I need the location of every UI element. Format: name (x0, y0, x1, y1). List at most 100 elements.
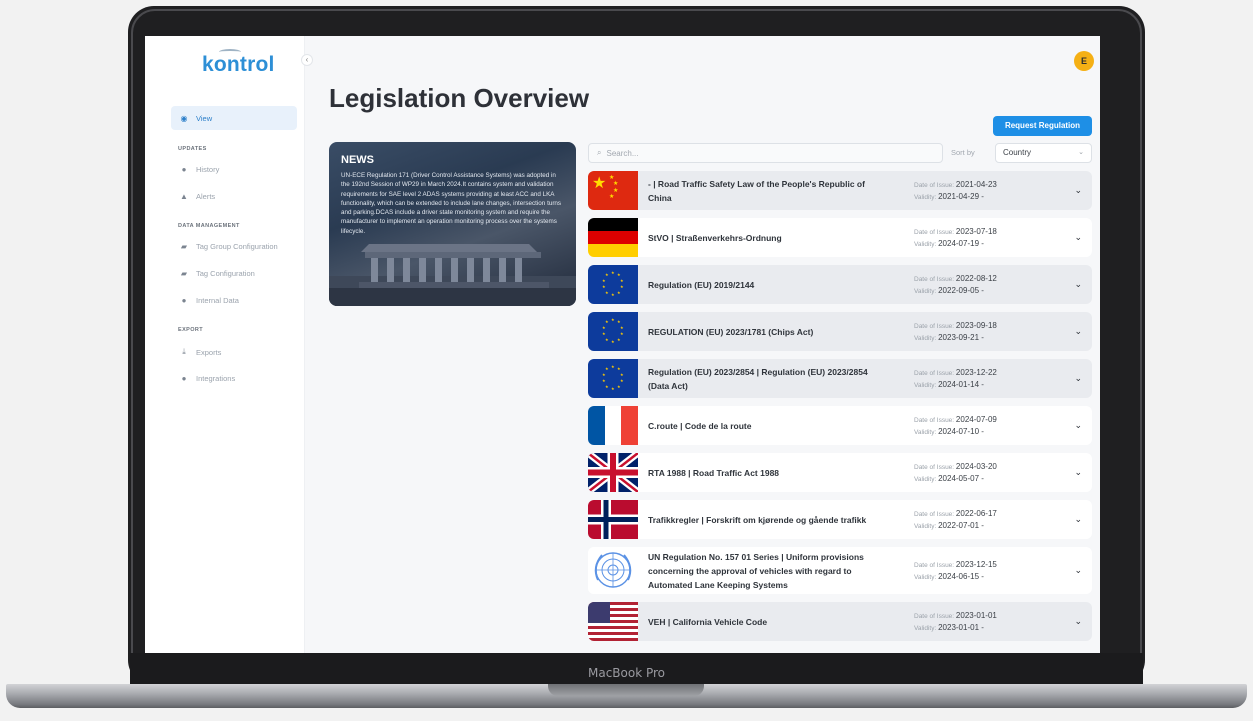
date-issue-value: 2023-12-15 (955, 560, 997, 569)
sort-select[interactable]: Country ⌄ (995, 143, 1092, 163)
svg-text:★: ★ (605, 272, 609, 277)
flag-uk-icon (588, 453, 638, 492)
page-title: Legislation Overview (329, 83, 590, 113)
chevron-down-icon[interactable]: ⌄ (1074, 616, 1082, 627)
regulation-title: - | Road Traffic Safety Law of the Peopl… (648, 179, 865, 203)
regulation-row[interactable]: ★ ★ ★ ★ ★ ★ ★ ★ ★ ★ Regulation (EU) 2019/2144 D… (588, 265, 1092, 304)
sidebar-item-history[interactable]: ● History (171, 157, 297, 181)
chevron-down-icon[interactable]: ⌄ (1074, 326, 1082, 337)
regulation-row[interactable]: Trafikkregler | Forskrift om kjørende og… (588, 500, 1092, 539)
regulation-row[interactable]: C.route | Code de la route Date of Issue… (588, 406, 1092, 445)
regulation-row[interactable]: ★ ★ ★ ★ ★ ★ ★ ★ ★ ★ REGULATION (EU) 2023/1781 (… (588, 312, 1092, 351)
regulation-title: Regulation (EU) 2019/2144 (648, 280, 755, 290)
chevron-down-icon[interactable]: ⌄ (1074, 185, 1082, 196)
chevron-down-icon[interactable]: ⌄ (1074, 232, 1082, 243)
sidebar-item-tag-group-configuration[interactable]: ▰ Tag Group Configuration (171, 234, 297, 258)
collapse-sidebar-button[interactable]: ‹ (301, 54, 313, 66)
section-updates: UPDATES (178, 146, 207, 152)
date-issue-label: Date of Issue: (914, 464, 955, 471)
svg-text:★: ★ (605, 366, 609, 371)
svg-text:★: ★ (602, 378, 606, 383)
regulation-dates: Date of Issue: 2024-03-20 Validity: 2024… (914, 461, 997, 485)
regulation-dates: Date of Issue: 2024-07-09 Validity: 2024… (914, 414, 997, 438)
svg-text:★: ★ (620, 378, 624, 383)
chevron-down-icon[interactable]: ⌄ (1074, 467, 1082, 478)
regulation-dates: Date of Issue: 2021-04-23 Validity: 2021… (914, 179, 997, 203)
chevron-down-icon[interactable]: ⌄ (1074, 514, 1082, 525)
search-input[interactable]: ⌕ Search... (588, 143, 943, 163)
date-issue-value: 2023-07-18 (955, 227, 997, 236)
chevron-down-icon: ⌄ (1078, 149, 1084, 156)
chevron-down-icon[interactable]: ⌄ (1074, 420, 1082, 431)
validity-value: 2023-01-01 - (938, 623, 984, 632)
regulation-dates: Date of Issue: 2023-09-18 Validity: 2023… (914, 320, 997, 344)
date-issue-label: Date of Issue: (914, 613, 955, 620)
sidebar-item-integrations[interactable]: ● Integrations (171, 366, 297, 390)
validity-value: 2022-07-01 - (938, 521, 984, 530)
regulation-row[interactable]: ★ ★ ★ ★ ★ - | Road Traffic Safety Law of… (588, 171, 1092, 210)
section-export: EXPORT (178, 327, 204, 333)
sidebar-item-internal-data[interactable]: ● Internal Data (171, 288, 297, 312)
sidebar-item-label: Alerts (196, 191, 216, 201)
regulation-row[interactable]: UN Regulation No. 157 01 Series | Unifor… (588, 547, 1092, 594)
regulation-title: RTA 1988 | Road Traffic Act 1988 (648, 468, 780, 478)
validity-label: Validity: (914, 574, 937, 581)
section-data-management: DATA MANAGEMENT (178, 223, 240, 229)
bell-icon: ▲ (180, 191, 188, 201)
flag-germany-icon (588, 218, 638, 257)
request-regulation-button[interactable]: Request Regulation (993, 116, 1092, 136)
svg-text:★: ★ (620, 325, 624, 330)
svg-text:★: ★ (602, 278, 606, 283)
search-placeholder: Search... (606, 148, 639, 158)
regulation-row[interactable]: StVO | Straßenverkehrs-Ordnung Date of I… (588, 218, 1092, 257)
date-issue-value: 2024-03-20 (955, 462, 997, 471)
regulation-title: REGULATION (EU) 2023/1781 (Chips Act) (648, 327, 814, 337)
validity-value: 2024-06-15 - (938, 572, 984, 581)
svg-text:★: ★ (609, 193, 614, 200)
validity-label: Validity: (914, 429, 937, 436)
svg-text:★: ★ (620, 284, 624, 289)
validity-value: 2023-09-21 - (938, 333, 984, 342)
regulation-row[interactable]: RTA 1988 | Road Traffic Act 1988 Date of… (588, 453, 1092, 492)
avatar[interactable]: E (1074, 51, 1094, 71)
sidebar-item-label: History (196, 164, 220, 174)
regulation-dates: Date of Issue: 2023-01-01 Validity: 2023… (914, 610, 997, 634)
svg-text:★: ★ (602, 325, 606, 330)
sidebar-item-label: View (196, 113, 213, 123)
download-icon: ⤓ (182, 347, 186, 356)
svg-text:★: ★ (613, 180, 618, 187)
regulation-list: ★ ★ ★ ★ ★ - | Road Traffic Safety Law of… (588, 171, 1092, 653)
svg-text:★: ★ (605, 337, 609, 342)
date-issue-value: 2023-09-18 (955, 321, 997, 330)
chevron-down-icon[interactable]: ⌄ (1074, 373, 1082, 384)
validity-value: 2024-07-10 - (938, 427, 984, 436)
sort-label: Sort by (951, 148, 975, 157)
flag-usa-icon (588, 602, 638, 641)
sidebar-item-label: Tag Group Configuration (196, 241, 278, 251)
sidebar-item-alerts[interactable]: ▲ Alerts (171, 184, 297, 208)
chevron-down-icon[interactable]: ⌄ (1074, 279, 1082, 290)
regulation-row[interactable]: ★ ★ ★ ★ ★ ★ ★ ★ ★ ★ Regulation (EU) 2023/2854 |… (588, 359, 1092, 398)
sidebar-item-tag-configuration[interactable]: ▰ Tag Configuration (171, 261, 297, 285)
news-card[interactable]: NEWS UN-ECE Regulation 171 (Driver Contr… (329, 142, 576, 306)
svg-text:★: ★ (617, 319, 621, 324)
regulation-row[interactable]: VEH | California Vehicle Code Date of Is… (588, 602, 1092, 641)
news-title: NEWS (341, 154, 374, 166)
svg-text:★: ★ (620, 372, 624, 377)
sidebar-item-label: Internal Data (196, 295, 239, 305)
sidebar-item-view[interactable]: ◉ View (171, 106, 297, 130)
sort-value: Country (1003, 148, 1032, 157)
validity-label: Validity: (914, 241, 937, 248)
date-issue-label: Date of Issue: (914, 229, 955, 236)
chevron-down-icon[interactable]: ⌄ (1074, 565, 1082, 576)
date-issue-value: 2023-12-22 (955, 368, 997, 377)
regulation-title: StVO | Straßenverkehrs-Ordnung (648, 233, 782, 243)
news-body: UN-ECE Regulation 171 (Driver Control As… (341, 172, 562, 235)
sidebar-item-exports[interactable]: ⤓ Exports (171, 340, 297, 364)
svg-text:★: ★ (611, 317, 615, 322)
svg-text:★: ★ (611, 364, 615, 369)
svg-text:★: ★ (592, 173, 606, 192)
validity-label: Validity: (914, 625, 937, 632)
flag-china-icon: ★ ★ ★ ★ ★ (588, 171, 638, 210)
flag-france-icon (588, 406, 638, 445)
